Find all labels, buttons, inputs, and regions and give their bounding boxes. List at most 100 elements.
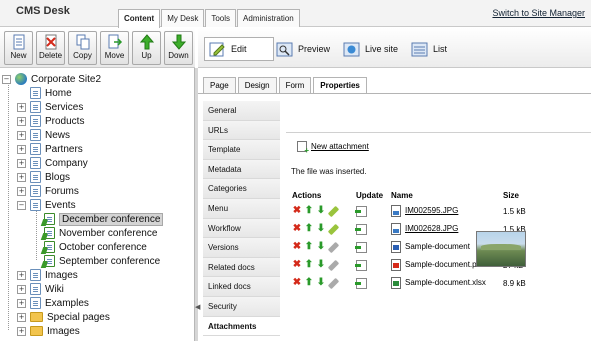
- update-icon[interactable]: [355, 205, 367, 217]
- delete-icon[interactable]: ✖: [292, 224, 302, 234]
- tree-item-services[interactable]: + Services: [17, 100, 83, 114]
- file-name[interactable]: Sample-document.pdf: [405, 260, 483, 269]
- tree-item-october-conference[interactable]: October conference: [44, 240, 147, 254]
- preview-mode-button[interactable]: Preview: [276, 37, 330, 61]
- tab-page[interactable]: Page: [203, 77, 236, 93]
- prop-versions[interactable]: Versions: [203, 238, 280, 258]
- prop-related-docs[interactable]: Related docs: [203, 257, 280, 278]
- file-name[interactable]: Sample-document: [405, 242, 470, 251]
- move-down-icon[interactable]: ⬇: [316, 206, 326, 216]
- move-down-icon[interactable]: ⬇: [316, 242, 326, 252]
- file-name-link[interactable]: IM002595.JPG: [405, 206, 458, 215]
- move-up-icon[interactable]: ⬆: [304, 206, 314, 216]
- tree-item-examples[interactable]: + Examples: [17, 296, 89, 310]
- prop-general[interactable]: General: [203, 101, 280, 121]
- new-button[interactable]: New: [4, 31, 33, 65]
- list-mode-button[interactable]: List: [411, 37, 447, 61]
- prop-categories[interactable]: Categories: [203, 179, 280, 199]
- live-site-button[interactable]: Live site: [343, 37, 398, 61]
- tab-tools[interactable]: Tools: [205, 9, 237, 27]
- pane-splitter[interactable]: ◀: [194, 68, 200, 341]
- content-tree: − Corporate Site2 Home + Services + Prod…: [0, 70, 193, 341]
- expand-toggle[interactable]: +: [17, 158, 26, 168]
- prop-attachments[interactable]: Attachments: [203, 316, 280, 337]
- tab-content[interactable]: Content: [118, 9, 161, 28]
- tree-item-november-conference[interactable]: November conference: [44, 226, 157, 240]
- tree-item-images-folder[interactable]: + Images: [17, 324, 80, 338]
- prop-metadata[interactable]: Metadata: [203, 159, 280, 180]
- tab-properties[interactable]: Properties: [313, 77, 367, 94]
- prop-urls[interactable]: URLs: [203, 120, 280, 141]
- tree-item-home[interactable]: Home: [30, 86, 72, 100]
- prop-workflow[interactable]: Workflow: [203, 218, 280, 239]
- update-icon[interactable]: [355, 241, 367, 253]
- tree-item-news[interactable]: + News: [17, 128, 70, 142]
- word-file-icon: [391, 241, 401, 253]
- expand-toggle[interactable]: +: [17, 284, 26, 294]
- expand-toggle[interactable]: +: [17, 130, 26, 140]
- tab-administration[interactable]: Administration: [237, 9, 300, 27]
- tree-item-partners[interactable]: + Partners: [17, 142, 83, 156]
- delete-icon[interactable]: ✖: [292, 206, 302, 216]
- delete-button[interactable]: Delete: [36, 31, 65, 65]
- expand-toggle[interactable]: +: [17, 172, 26, 182]
- down-button[interactable]: Down: [164, 31, 193, 65]
- tab-form[interactable]: Form: [278, 77, 312, 93]
- tree-item-products[interactable]: + Products: [17, 114, 84, 128]
- file-size: 8.9 kB: [503, 278, 526, 288]
- document-icon: [30, 87, 41, 99]
- move-down-icon[interactable]: ⬇: [316, 260, 326, 270]
- prop-template[interactable]: Template: [203, 140, 280, 160]
- move-up-icon[interactable]: ⬆: [304, 260, 314, 270]
- update-icon[interactable]: [355, 259, 367, 271]
- tree-item-company[interactable]: + Company: [17, 156, 88, 170]
- edit-mode-button[interactable]: Edit: [204, 37, 274, 61]
- tree-item-forums[interactable]: + Forums: [17, 184, 79, 198]
- delete-icon[interactable]: ✖: [292, 278, 302, 288]
- move-up-icon[interactable]: ⬆: [304, 224, 314, 234]
- update-icon[interactable]: [355, 277, 367, 289]
- expand-toggle[interactable]: +: [17, 144, 26, 154]
- file-name-link[interactable]: IM002628.JPG: [405, 224, 458, 233]
- tree-item-december-conference[interactable]: December conference: [44, 212, 164, 226]
- folder-icon: [30, 326, 43, 336]
- tree-item-wiki[interactable]: + Wiki: [17, 282, 64, 296]
- tree-item-september-conference[interactable]: September conference: [44, 254, 160, 268]
- expand-toggle[interactable]: +: [17, 312, 26, 322]
- tree-item-blogs[interactable]: + Blogs: [17, 170, 70, 184]
- collapse-toggle[interactable]: −: [17, 200, 26, 210]
- expand-toggle[interactable]: +: [17, 326, 26, 336]
- up-button[interactable]: Up: [132, 31, 161, 65]
- move-button[interactable]: Move: [100, 31, 129, 65]
- tree-item-images[interactable]: + Images: [17, 268, 78, 282]
- tree-item-special-pages[interactable]: + Special pages: [17, 310, 110, 324]
- site-globe-icon: [15, 73, 27, 85]
- tab-design[interactable]: Design: [237, 77, 277, 93]
- prop-linked-docs[interactable]: Linked docs: [203, 277, 280, 297]
- tab-my-desk[interactable]: My Desk: [161, 9, 205, 27]
- move-down-icon[interactable]: ⬇: [316, 278, 326, 288]
- expand-toggle[interactable]: +: [17, 102, 26, 112]
- tree-item-events[interactable]: − Events: [17, 198, 76, 212]
- update-icon[interactable]: [355, 223, 367, 235]
- expand-toggle[interactable]: +: [17, 116, 26, 126]
- edit-icon[interactable]: [327, 223, 340, 235]
- expand-toggle[interactable]: +: [17, 186, 26, 196]
- edit-icon[interactable]: [327, 205, 340, 217]
- file-name[interactable]: Sample-document.xlsx: [405, 278, 486, 287]
- new-attachment-link[interactable]: New attachment: [297, 141, 369, 155]
- expand-toggle[interactable]: +: [17, 270, 26, 280]
- copy-button[interactable]: Copy: [68, 31, 97, 65]
- collapse-arrow-icon[interactable]: ◀: [195, 303, 200, 311]
- collapse-toggle[interactable]: −: [2, 74, 11, 84]
- prop-menu[interactable]: Menu: [203, 198, 280, 219]
- delete-icon[interactable]: ✖: [292, 260, 302, 270]
- tree-root[interactable]: − Corporate Site2: [2, 72, 101, 86]
- switch-to-site-manager-link[interactable]: Switch to Site Manager: [492, 8, 585, 18]
- delete-icon[interactable]: ✖: [292, 242, 302, 252]
- prop-security[interactable]: Security: [203, 296, 280, 317]
- expand-toggle[interactable]: +: [17, 298, 26, 308]
- move-up-icon[interactable]: ⬆: [304, 242, 314, 252]
- move-up-icon[interactable]: ⬆: [304, 278, 314, 288]
- move-down-icon[interactable]: ⬇: [316, 224, 326, 234]
